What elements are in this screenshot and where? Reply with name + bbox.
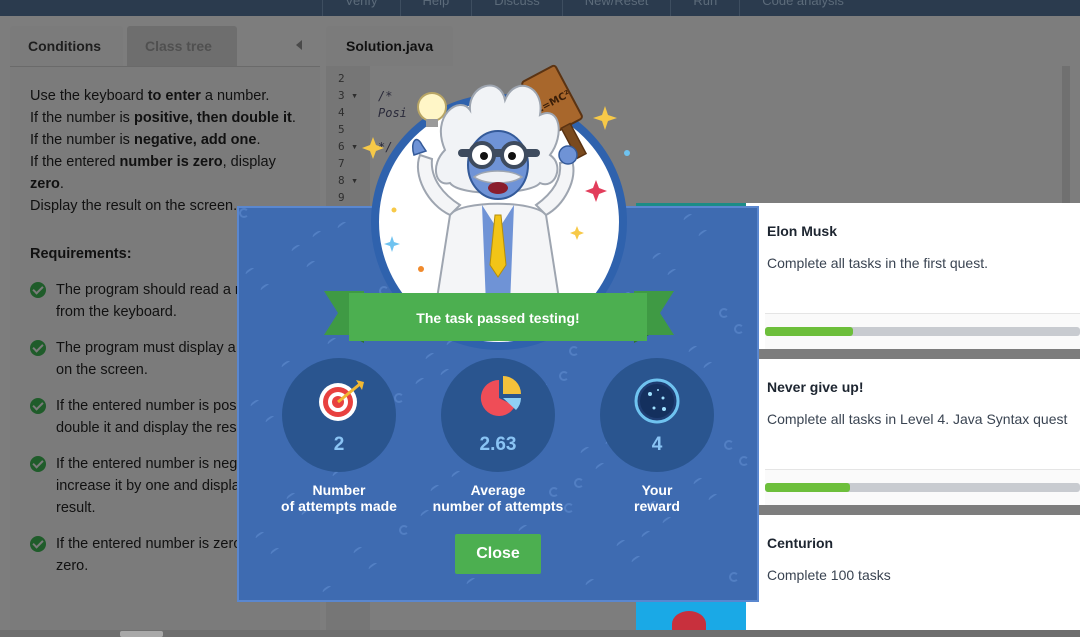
tab-class-tree[interactable]: Class tree: [127, 26, 237, 66]
code-analysis-button[interactable]: Code analysis: [739, 0, 866, 16]
check-circle-icon: [30, 282, 46, 298]
new-reset-button[interactable]: New/Reset: [561, 0, 671, 16]
task-passed-banner: The task passed testing!: [349, 293, 647, 341]
task-description-line: If the number is positive, then double i…: [30, 110, 296, 126]
achievement-description: Complete 100 tasks: [767, 567, 891, 583]
check-circle-icon: [30, 398, 46, 414]
scrollbar-thumb[interactable]: [120, 631, 163, 637]
dark-matter-icon: [634, 378, 680, 424]
pie-chart-icon: [480, 376, 521, 416]
attempts-label: Number of attempts made: [281, 482, 397, 514]
task-description: Use the keyboard to enter a number. If th…: [30, 85, 300, 217]
tab-conditions[interactable]: Conditions: [10, 26, 123, 66]
average-label: Average number of attempts: [432, 482, 564, 514]
achievement-progress: [765, 469, 1080, 505]
achievement-description: Complete all tasks in Level 4. Java Synt…: [767, 411, 1068, 427]
discuss-button[interactable]: Discuss: [471, 0, 562, 16]
check-circle-icon: [30, 340, 46, 356]
check-circle-icon: [30, 456, 46, 472]
verify-button[interactable]: Verify: [322, 0, 400, 16]
task-description-line: Use the keyboard to enter a number.: [30, 88, 270, 104]
attempts-value: 2: [333, 434, 345, 455]
scientist-mascot-icon: E=MC²: [362, 64, 630, 305]
reward-value: 4: [651, 434, 663, 455]
achievement-title: Elon Musk: [767, 223, 838, 239]
task-description-line: If the entered number is zero, display z…: [30, 154, 276, 192]
task-description-line: If the number is negative, add one.: [30, 132, 261, 148]
achievement-title: Never give up!: [767, 379, 864, 395]
progress-fill: [765, 483, 851, 492]
reward-label: Your reward: [634, 482, 680, 514]
run-button[interactable]: Run: [670, 0, 739, 16]
collapse-arrow-icon[interactable]: [296, 40, 302, 50]
check-circle-icon: [30, 536, 46, 552]
target-icon: [319, 380, 364, 421]
toolbar: Verify Help Discuss New/Reset Run Code a…: [322, 0, 866, 16]
average-value: 2.63: [479, 434, 517, 455]
achievement-description: Complete all tasks in the first quest.: [767, 255, 988, 271]
achievement-title: Centurion: [767, 535, 834, 551]
close-button[interactable]: Close: [455, 534, 541, 574]
progress-fill: [765, 327, 854, 336]
achievement-progress: [765, 313, 1080, 349]
help-button[interactable]: Help: [399, 0, 472, 16]
editor-scrollbar[interactable]: [1062, 66, 1070, 226]
